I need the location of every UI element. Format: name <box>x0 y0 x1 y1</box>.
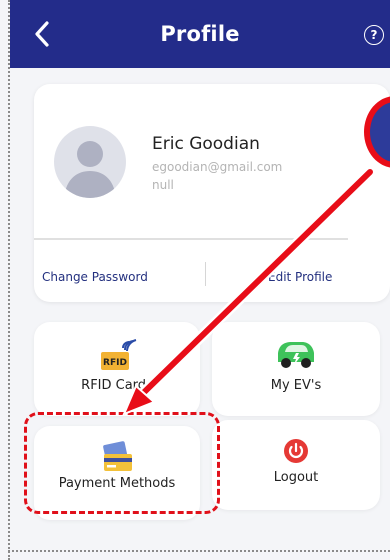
page-title: Profile <box>160 22 240 46</box>
divider <box>34 238 348 240</box>
user-name: Eric Goodian <box>152 134 260 154</box>
electric-car-icon <box>212 336 380 372</box>
question-circle-icon: ? <box>370 28 378 42</box>
my-evs-tile[interactable]: My EV's <box>212 322 380 416</box>
rfid-card-icon: RFID <box>34 338 200 374</box>
change-password-link[interactable]: Change Password <box>42 270 148 284</box>
app-header: Profile ? <box>10 0 390 68</box>
vertical-divider <box>205 262 206 286</box>
dotted-border-bottom <box>8 550 390 552</box>
user-email: egoodian@gmail.com <box>152 160 283 174</box>
my-evs-label: My EV's <box>270 378 322 393</box>
dotted-border-left <box>8 0 10 560</box>
avatar[interactable] <box>54 126 126 198</box>
annotation-highlight-box <box>24 412 220 514</box>
user-placeholder-icon <box>64 141 116 198</box>
power-icon <box>212 438 380 464</box>
rfid-cards-tile[interactable]: RFID RFID Cards <box>34 322 200 416</box>
edit-profile-link[interactable]: Edit Profile <box>268 270 332 284</box>
help-button[interactable]: ? <box>364 25 384 45</box>
user-extra-info: null <box>152 178 174 192</box>
logout-label: Logout <box>273 470 319 485</box>
profile-screen: Profile ? Eric Goodian egoodian@gmail.co… <box>0 0 390 560</box>
rfid-badge-text: RFID <box>103 358 127 368</box>
profile-card: Eric Goodian egoodian@gmail.com null Cha… <box>34 84 390 302</box>
logout-tile[interactable]: Logout <box>212 420 380 510</box>
rfid-cards-label: RFID Cards <box>81 378 153 393</box>
